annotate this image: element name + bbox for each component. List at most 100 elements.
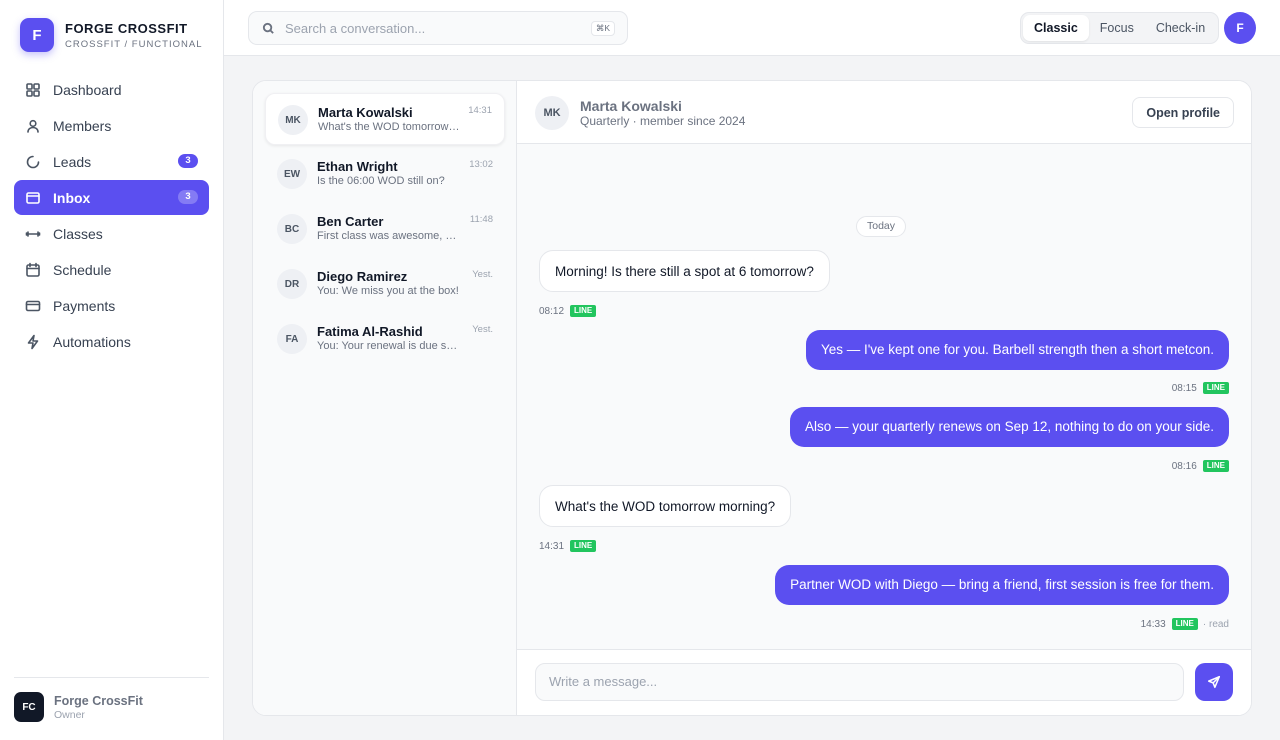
leads-count-badge: 3 [178,154,198,168]
sidebar-item-classes[interactable]: Classes [14,216,209,251]
thread-contact-name: Marta Kowalski [580,98,682,114]
mode-focus[interactable]: Focus [1089,15,1145,41]
message-input[interactable]: Write a message... [535,663,1184,701]
avatar: EW [277,159,307,189]
brand-name: FORGE CROSSFIT [65,20,188,36]
channel-badge: LINE [1171,618,1198,630]
message-bubble-outgoing: Yes — I've kept one for you. Barbell str… [805,330,1229,370]
user-icon [27,119,39,133]
conversation-preview: First class was awesome, thanks! [317,230,459,242]
bolt-icon [27,334,39,349]
message-time: 08:16 [1171,460,1197,472]
conversation-time: 14:31 [468,105,492,116]
conversation-time: Yest. [472,269,493,280]
sidebar-item-members[interactable]: Members [14,108,209,143]
message-meta: 14:33 LINE · read [1141,618,1229,630]
sidebar-item-label: Members [53,117,112,134]
card-icon [25,300,41,311]
avatar: MK [535,96,569,130]
sidebar-item-label: Automations [53,333,131,350]
spinner-icon [26,155,40,168]
account-avatar: FC [14,692,44,722]
sidebar: F FORGE CROSSFIT CROSSFIT / FUNCTIONAL D… [0,0,224,740]
sidebar-item-dashboard[interactable]: Dashboard [14,72,209,107]
message-time: 08:15 [1171,382,1197,394]
account-switcher[interactable]: FC Forge CrossFit Owner [14,692,143,722]
day-separator: Today [856,216,907,237]
conversation-thread: MK Marta Kowalski Quarterly · member sin… [517,81,1251,715]
send-button[interactable] [1195,663,1233,701]
search-shortcut: ⌘K [590,21,615,36]
channel-badge: LINE [570,540,597,552]
sidebar-item-schedule[interactable]: Schedule [14,252,209,287]
conversation-name: Ethan Wright [317,159,398,174]
conversation-item[interactable]: MK Marta Kowalski 14:31 What's the WOD t… [265,93,505,145]
dumbbell-icon [25,230,41,237]
channel-badge: LINE [1202,382,1229,394]
inbox-panel: MK Marta Kowalski 14:31 What's the WOD t… [252,80,1252,716]
channel-badge: LINE [1202,460,1229,472]
conversation-time: 11:48 [469,214,493,225]
inbox-icon [26,191,40,204]
user-avatar[interactable]: F [1224,12,1256,44]
topbar: Search a conversation... ⌘K Classic Focu… [224,0,1280,56]
brand-subtitle: CROSSFIT / FUNCTIONAL [65,38,203,50]
open-profile-button[interactable]: Open profile [1132,97,1234,128]
message-time: 14:33 [1140,618,1166,630]
conversation-time: Yest. [472,324,493,335]
sidebar-item-label: Payments [53,297,116,314]
conversation-name: Marta Kowalski [318,105,413,120]
view-mode-switcher: Classic Focus Check-in [1020,12,1220,44]
message-composer: Write a message... [517,649,1251,715]
message-bubble-outgoing: Partner WOD with Diego — bring a friend,… [775,565,1229,605]
sidebar-nav: Dashboard Members Leads 3 Inbox 3 Classe… [14,72,209,360]
search-placeholder: Search a conversation... [285,20,426,36]
thread-contact-meta: Quarterly · member since 2024 [580,114,746,128]
search-input[interactable]: Search a conversation... ⌘K [248,11,628,45]
read-receipt: · read [1202,618,1229,630]
conversation-preview: You: We miss you at the box! [317,285,459,297]
brand[interactable]: F FORGE CROSSFIT CROSSFIT / FUNCTIONAL [20,18,202,52]
conversation-item[interactable]: DR Diego Ramirez Yest. You: We miss you … [265,258,505,310]
sidebar-item-label: Dashboard [53,81,122,98]
avatar: DR [277,269,307,299]
message-bubble-incoming: What's the WOD tomorrow morning? [539,485,792,527]
avatar: MK [278,105,308,135]
message-meta: 14:31 LINE [539,540,597,552]
conversation-preview: Is the 06:00 WOD still on? [317,175,445,187]
message-time: 14:31 [539,540,565,552]
conversation-time: 13:02 [469,159,493,170]
conversation-item[interactable]: BC Ben Carter 11:48 First class was awes… [265,203,505,255]
conversation-item[interactable]: FA Fatima Al-Rashid Yest. You: Your rene… [265,313,505,365]
brand-logo: F [20,18,54,52]
conversation-item[interactable]: EW Ethan Wright 13:02 Is the 06:00 WOD s… [265,148,505,200]
message-meta: 08:15 LINE [1172,382,1229,394]
sidebar-item-label: Inbox [53,189,91,206]
sidebar-item-inbox[interactable]: Inbox 3 [14,180,209,215]
sidebar-item-leads[interactable]: Leads 3 [14,144,209,179]
conversation-name: Diego Ramirez [317,269,408,284]
thread-header: MK Marta Kowalski Quarterly · member sin… [517,81,1251,144]
mode-check-in[interactable]: Check-in [1145,15,1216,41]
mode-classic[interactable]: Classic [1023,15,1089,41]
sidebar-item-label: Leads [53,153,92,170]
conversation-name: Ben Carter [317,214,384,229]
message-list[interactable]: Today Morning! Is there still a spot at … [517,144,1251,651]
account-name: Forge CrossFit [54,693,143,708]
account-role: Owner [54,708,85,721]
message-meta: 08:16 LINE [1172,460,1229,472]
message-time: 08:12 [539,305,565,317]
sidebar-item-label: Schedule [53,261,112,278]
calendar-icon [26,262,40,277]
sidebar-item-automations[interactable]: Automations [14,324,209,359]
inbox-count-badge: 3 [178,190,198,204]
avatar: FA [277,324,307,354]
sidebar-item-payments[interactable]: Payments [14,288,209,323]
send-icon [1207,675,1221,689]
conversation-preview: What's the WOD tomorrow morning? [318,121,460,133]
search-icon [262,22,274,34]
sidebar-divider [14,677,209,678]
channel-badge: LINE [570,305,597,317]
conversation-name: Fatima Al-Rashid [317,324,423,339]
message-bubble-incoming: Morning! Is there still a spot at 6 tomo… [539,250,830,292]
